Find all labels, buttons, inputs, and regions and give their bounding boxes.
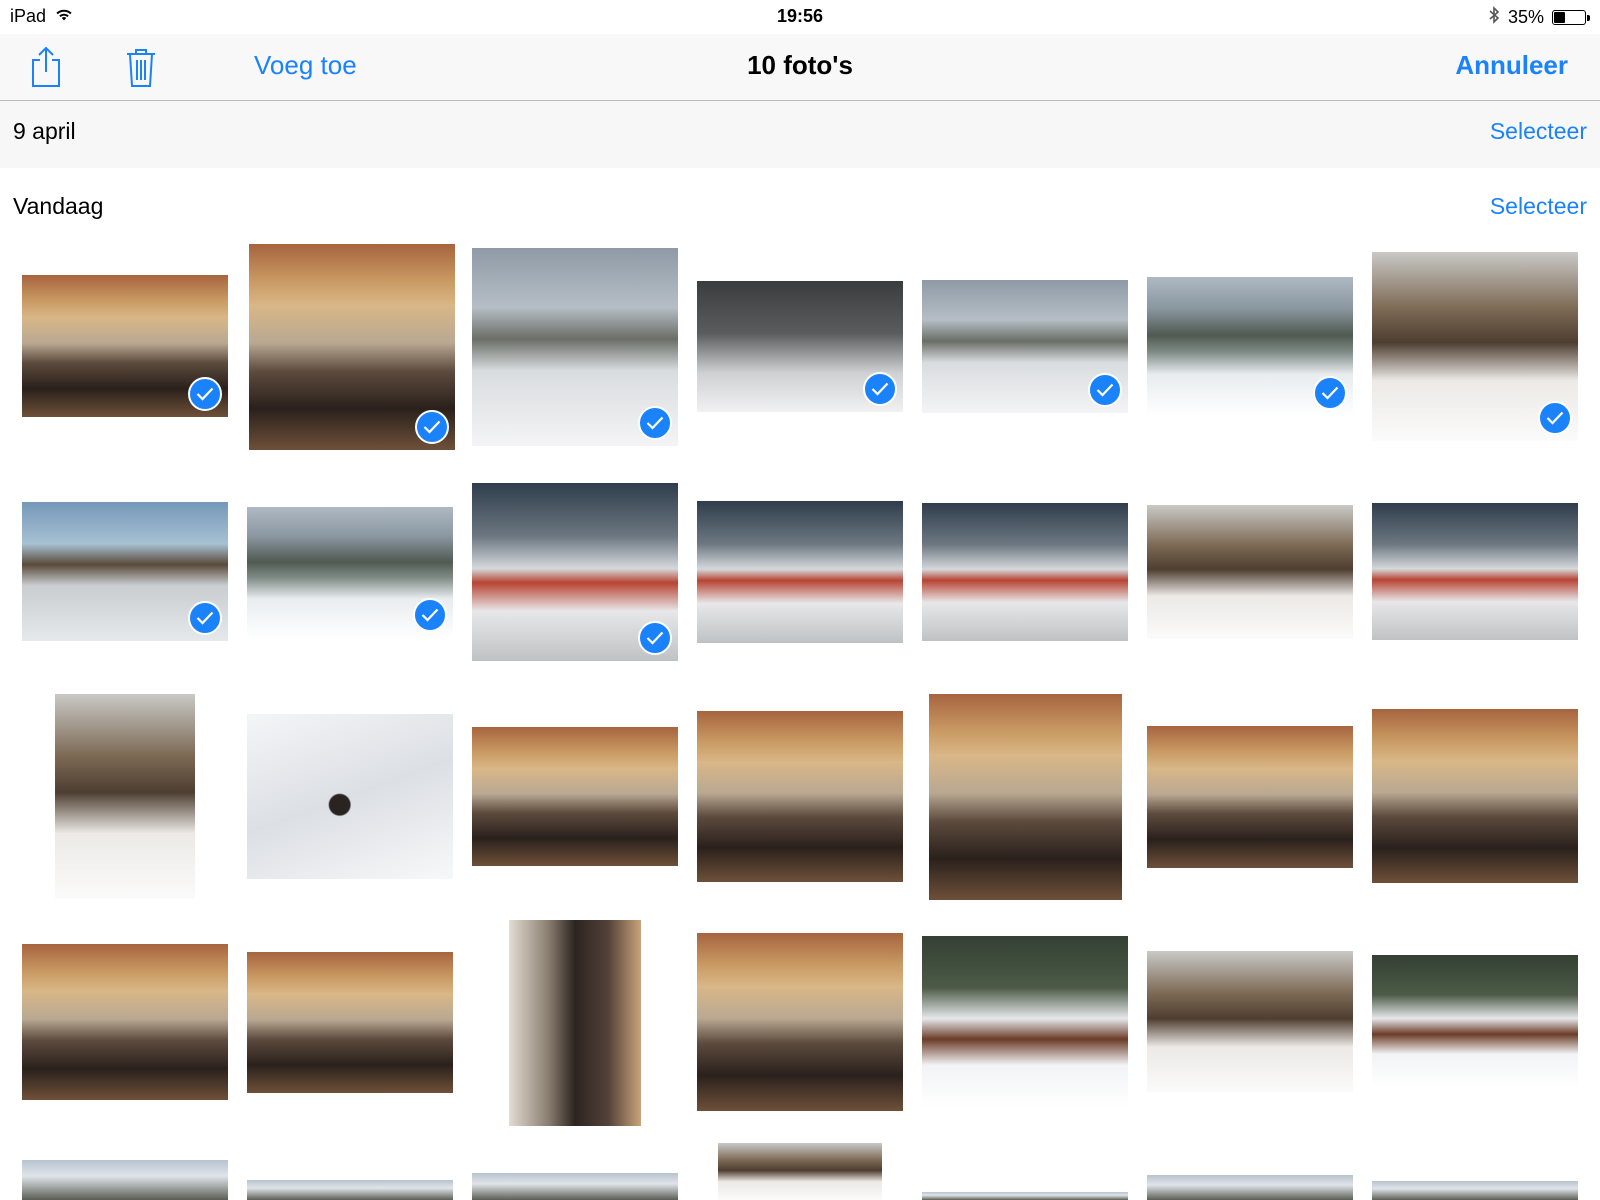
section-select-button-today[interactable]: Selecteer — [1490, 193, 1587, 220]
photo-image — [22, 1160, 228, 1200]
photo-image — [922, 936, 1128, 1108]
battery-fill — [1554, 12, 1565, 23]
photo-thumbnail[interactable] — [249, 244, 455, 450]
photo-thumbnail[interactable] — [1147, 277, 1353, 416]
photo-image — [1147, 505, 1353, 639]
photo-thumbnail[interactable] — [22, 944, 228, 1100]
selected-checkmark-icon — [1313, 376, 1347, 410]
photo-thumbnail[interactable] — [472, 727, 678, 866]
photo-thumbnail[interactable] — [509, 920, 641, 1126]
status-bar: iPad 19:56 35% — [0, 0, 1600, 34]
photo-image — [697, 933, 903, 1111]
photo-thumbnail[interactable] — [1147, 951, 1353, 1092]
photo-thumbnail[interactable] — [1147, 505, 1353, 639]
photo-thumbnail[interactable] — [718, 1143, 882, 1200]
photo-image — [922, 503, 1128, 641]
photo-thumbnail[interactable] — [1372, 252, 1578, 441]
photo-image — [1372, 503, 1578, 640]
selected-checkmark-icon — [863, 372, 897, 406]
photo-thumbnail[interactable] — [247, 507, 453, 638]
section-header-9-april: 9 april Selecteer — [0, 101, 1600, 168]
selected-checkmark-icon — [188, 601, 222, 635]
section-select-button[interactable]: Selecteer — [1490, 118, 1587, 145]
photo-thumbnail[interactable] — [1372, 709, 1578, 883]
photo-thumbnail[interactable] — [22, 1160, 228, 1200]
photo-thumbnail[interactable] — [1147, 726, 1353, 868]
photo-image — [509, 920, 641, 1126]
photo-thumbnail[interactable] — [922, 280, 1128, 413]
photo-image — [247, 714, 453, 879]
photo-thumbnail[interactable] — [922, 936, 1128, 1108]
photo-thumbnail[interactable] — [472, 248, 678, 446]
selected-checkmark-icon — [638, 406, 672, 440]
photo-image — [1147, 726, 1353, 868]
photo-image — [22, 944, 228, 1100]
battery-percentage: 35% — [1507, 7, 1544, 27]
photo-thumbnail[interactable] — [472, 1173, 678, 1200]
photo-image — [472, 1173, 678, 1200]
bluetooth-icon — [1488, 6, 1500, 29]
selected-checkmark-icon — [1538, 401, 1572, 435]
selected-checkmark-icon — [638, 621, 672, 655]
photo-thumbnail[interactable] — [697, 281, 903, 412]
photo-thumbnail[interactable] — [929, 694, 1122, 900]
page-title: 10 foto's — [747, 50, 853, 80]
cancel-button[interactable]: Annuleer — [1455, 50, 1568, 81]
navigation-bar: Voeg toe 10 foto's Annuleer — [0, 34, 1600, 101]
selected-checkmark-icon — [413, 598, 447, 632]
photo-thumbnail[interactable] — [697, 711, 903, 882]
photo-image — [472, 727, 678, 866]
photo-thumbnail[interactable] — [697, 933, 903, 1111]
photo-image — [718, 1143, 882, 1200]
selected-checkmark-icon — [415, 410, 449, 444]
photo-image — [1372, 1181, 1578, 1200]
photo-image — [697, 501, 903, 643]
photo-thumbnail[interactable] — [247, 714, 453, 879]
photo-image — [922, 1192, 1128, 1200]
photo-image — [247, 952, 453, 1093]
photo-thumbnail[interactable] — [22, 502, 228, 641]
photo-thumbnail[interactable] — [697, 501, 903, 643]
selected-checkmark-icon — [188, 377, 222, 411]
status-right: 35% — [1488, 6, 1590, 29]
photo-image — [1372, 709, 1578, 883]
photo-image — [1372, 955, 1578, 1087]
photo-thumbnail[interactable] — [1147, 1175, 1353, 1200]
photo-image — [1147, 951, 1353, 1092]
photo-thumbnail[interactable] — [22, 275, 228, 417]
photo-thumbnail[interactable] — [922, 503, 1128, 641]
photo-thumbnail[interactable] — [247, 952, 453, 1093]
section-date-label-today: Vandaag — [13, 193, 104, 219]
photo-thumbnail[interactable] — [922, 1192, 1128, 1200]
photo-image — [697, 711, 903, 882]
photo-image — [929, 694, 1122, 900]
photo-image — [247, 1180, 453, 1200]
photo-thumbnail[interactable] — [472, 483, 678, 661]
battery-icon — [1552, 10, 1590, 25]
photo-image — [55, 694, 195, 899]
photo-thumbnail[interactable] — [1372, 1181, 1578, 1200]
photo-image — [1147, 1175, 1353, 1200]
selected-checkmark-icon — [1088, 373, 1122, 407]
photo-thumbnail[interactable] — [247, 1180, 453, 1200]
photo-thumbnail[interactable] — [55, 694, 195, 899]
status-time: 19:56 — [776, 6, 824, 26]
photo-thumbnail[interactable] — [1372, 503, 1578, 640]
photo-thumbnail[interactable] — [1372, 955, 1578, 1087]
section-date-label: 9 april — [13, 118, 76, 144]
